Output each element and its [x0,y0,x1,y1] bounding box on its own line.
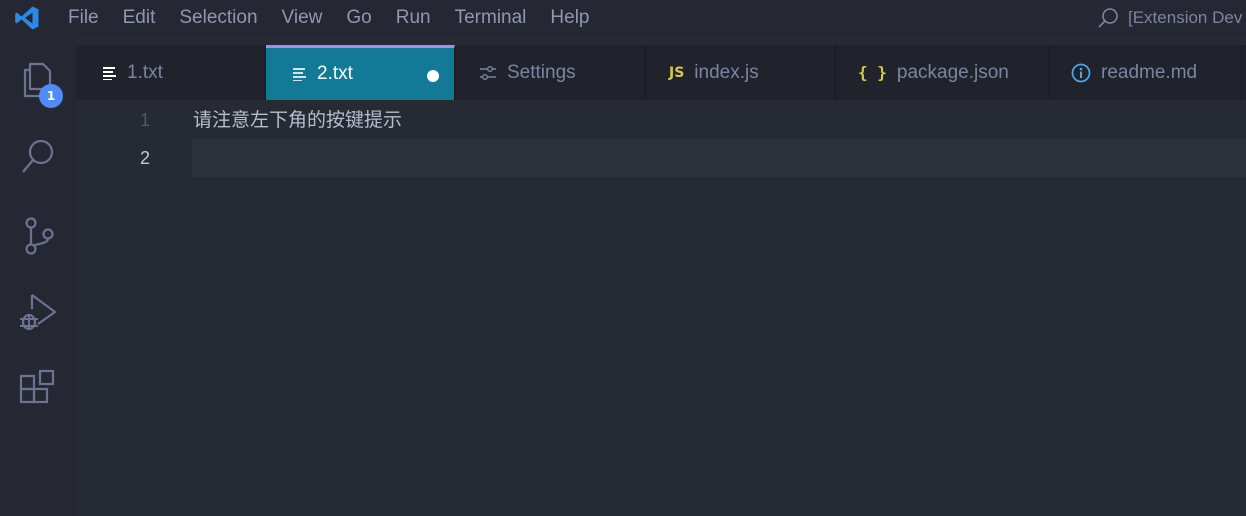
tab-settings[interactable]: Settings [455,45,646,100]
activity-search[interactable] [0,127,76,187]
tab-index-js[interactable]: JS index.js [646,45,836,100]
unsaved-dot-icon[interactable] [427,70,439,82]
search-icon [1098,8,1118,28]
menu-run[interactable]: Run [384,0,443,36]
menu-edit[interactable]: Edit [111,0,168,36]
menu-go[interactable]: Go [334,0,383,36]
tab-label: 1.txt [127,61,163,83]
editor-tab-bar: 1.txt 2.txt Settings JS index.js {} pac… [76,45,1246,100]
command-center-label: [Extension Dev [1128,8,1243,27]
menu-terminal[interactable]: Terminal [443,0,539,36]
current-line-highlight [192,139,1246,177]
activity-explorer[interactable] [0,50,76,110]
line-number: 2 [139,148,150,168]
tab-2-txt[interactable]: 2.txt [266,45,455,100]
vscode-logo-icon[interactable] [14,5,40,31]
title-bar: File Edit Selection View Go Run Terminal… [0,0,1246,36]
tab-package-json[interactable]: { } package.json [836,45,1050,100]
activity-extensions[interactable] [0,359,76,419]
extensions-icon [19,369,55,404]
search-icon [22,139,54,173]
tab-readme-md[interactable]: readme.md [1050,45,1242,100]
editor-line-current[interactable]: 2 [76,139,1246,177]
run-debug-icon [20,294,57,331]
settings-icon [479,65,497,80]
text-file-icon [293,67,307,81]
editor[interactable]: 1 请注意左下角的按键提示 2 [76,100,1246,516]
line-text[interactable]: 请注意左下角的按键提示 [193,101,402,139]
menu-help[interactable]: Help [538,0,601,36]
tab-label: index.js [694,61,759,83]
json-icon: { } [858,63,887,82]
tab-label: 2.txt [317,63,353,84]
menu-bar: File Edit Selection View Go Run Terminal… [56,0,602,36]
tab-label: package.json [896,61,1009,83]
editor-line[interactable]: 1 请注意左下角的按键提示 [76,101,1246,139]
menu-view[interactable]: View [270,0,335,36]
source-control-icon [25,217,54,255]
activity-bar: 1 [0,36,76,516]
tab-1-txt[interactable]: 1.txt [76,45,266,100]
tab-label: Settings [507,61,576,83]
tab-label: readme.md [1101,61,1198,83]
text-file-icon [103,66,117,80]
info-icon [1071,63,1091,83]
menu-selection[interactable]: Selection [167,0,269,36]
activity-source-control[interactable] [0,206,76,266]
command-center[interactable]: [Extension Dev [1097,0,1242,36]
js-icon: JS [669,64,685,81]
menu-file[interactable]: File [56,0,111,36]
activity-run-and-debug[interactable] [0,282,76,342]
explorer-badge: 1 [39,84,63,108]
line-number: 1 [139,110,150,130]
